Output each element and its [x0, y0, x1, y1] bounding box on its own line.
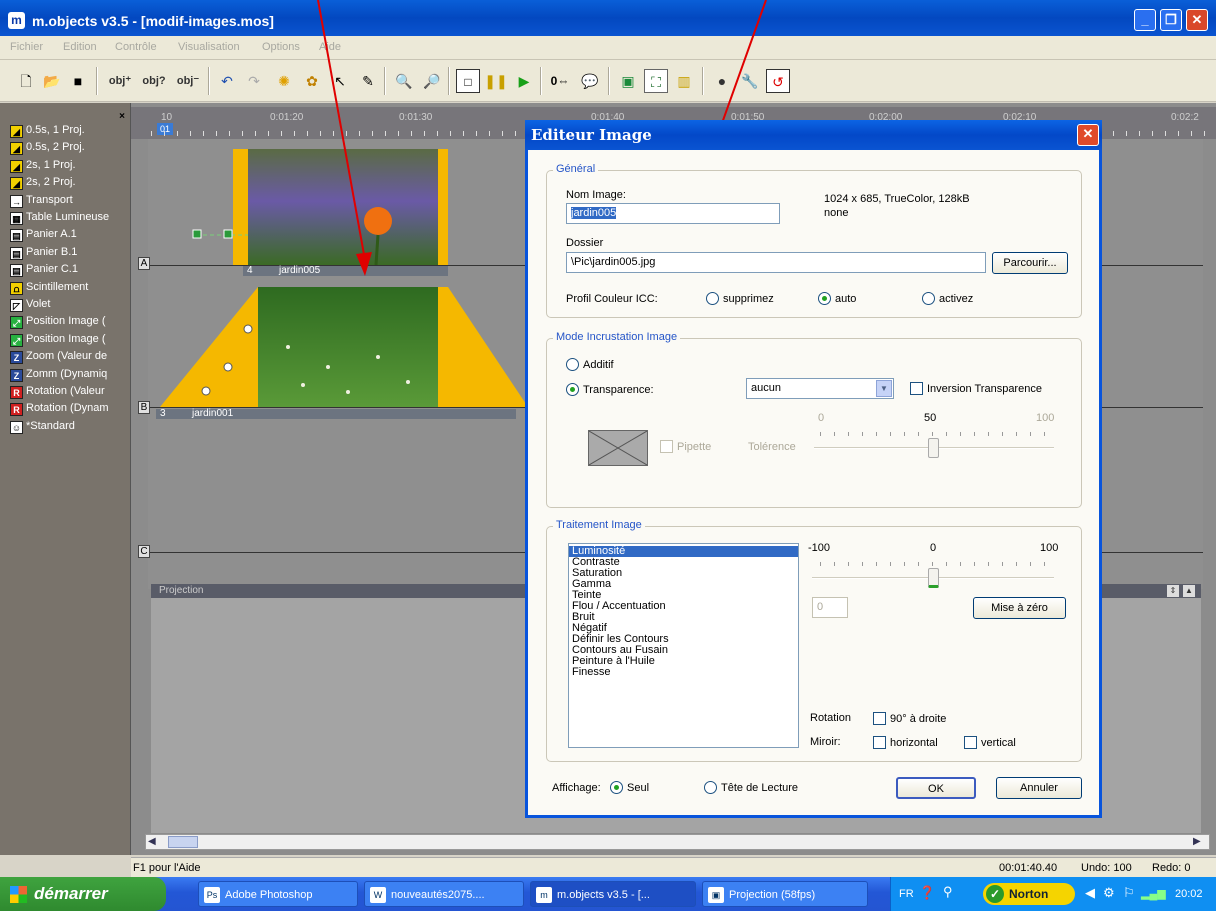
inversion-checkbox[interactable]: Inversion Transparence — [910, 382, 1042, 395]
radio-icon — [704, 781, 717, 794]
tolerance-slider-thumb[interactable] — [928, 438, 939, 458]
adjust-slider-thumb[interactable] — [928, 568, 939, 588]
mirror-label: Miroir: — [810, 736, 841, 748]
ok-button[interactable]: OK — [896, 777, 976, 799]
folder-label: Dossier — [566, 237, 604, 249]
display-playhead-radio[interactable]: Tête de Lecture — [704, 781, 798, 794]
additive-label: Additif — [583, 359, 614, 371]
transparency-radio[interactable]: Transparence: — [566, 383, 654, 396]
group-traitement-title: Traitement Image — [553, 519, 645, 531]
tolerance-scale-mid: 50 — [924, 412, 937, 424]
pipette-checkbox[interactable]: Pipette — [660, 440, 711, 453]
transparency-label: Transparence: — [583, 384, 654, 396]
inversion-label: Inversion Transparence — [927, 383, 1042, 395]
adjust-scale-min: -100 — [808, 542, 831, 554]
icc-option-supprimez[interactable]: supprimez — [706, 292, 774, 305]
tolerance-scale-min: 0 — [818, 412, 825, 424]
display-label: Affichage: — [552, 782, 601, 794]
radio-icon — [566, 383, 579, 396]
name-label: Nom Image: — [566, 189, 626, 201]
reset-button[interactable]: Mise à zéro — [973, 597, 1066, 619]
pipette-swatch[interactable] — [588, 430, 648, 466]
mirror-vertical-checkbox[interactable]: vertical — [964, 736, 1016, 749]
app-window: m m.objects v3.5 - [modif-images.mos] _ … — [0, 0, 1216, 911]
radio-icon — [610, 781, 623, 794]
processing-list-item[interactable]: Flou / Accentuation — [569, 601, 798, 612]
icc-option-activez[interactable]: activez — [922, 292, 973, 305]
image-info: 1024 x 685, TrueColor, 128kB — [824, 193, 970, 205]
icc-label: Profil Couleur ICC: — [566, 293, 658, 305]
group-general-title: Général — [553, 163, 599, 175]
rotate-90-label: 90° à droite — [890, 713, 947, 725]
display-seul-radio[interactable]: Seul — [610, 781, 649, 794]
radio-icon — [566, 358, 579, 371]
radio-icon — [922, 292, 935, 305]
icc-option-auto[interactable]: auto — [818, 292, 856, 305]
adjust-value-input[interactable]: 0 — [812, 597, 848, 618]
image-name-value: jardin005 — [571, 207, 617, 219]
group-incrustation: Mode Incrustation Image — [546, 331, 1082, 508]
tolerance-label: Tolérence — [748, 441, 796, 453]
mirror-horizontal-checkbox[interactable]: horizontal — [873, 736, 938, 749]
icc-option-label: supprimez — [723, 293, 774, 305]
cancel-button[interactable]: Annuler — [996, 777, 1082, 799]
checkbox-icon — [873, 736, 886, 749]
image-editor-dialog: Editeur Image ✕ Général Nom Image: jardi… — [525, 120, 1102, 818]
processing-list-item[interactable]: Finesse — [569, 667, 798, 678]
mirror-horizontal-label: horizontal — [890, 737, 938, 749]
folder-input[interactable]: \Pic\jardin005.jpg — [566, 252, 986, 273]
processing-list[interactable]: Luminosité Contraste Saturation Gamma Teinte… — [568, 543, 799, 748]
icc-option-label: auto — [835, 293, 857, 305]
chevron-down-icon[interactable]: ▼ — [876, 380, 892, 397]
image-profile-info: none — [824, 207, 849, 219]
mirror-vertical-label: vertical — [981, 737, 1016, 749]
cross-icon — [588, 430, 648, 466]
dialog-close-icon[interactable]: ✕ — [1077, 124, 1099, 146]
checkbox-icon — [660, 440, 673, 453]
radio-icon — [706, 292, 719, 305]
tolerance-ticks — [820, 432, 1052, 436]
checkbox-icon — [964, 736, 977, 749]
processing-list-item[interactable]: Gamma — [569, 579, 798, 590]
rotation-label: Rotation — [810, 712, 851, 724]
adjust-scale-mid: 0 — [930, 542, 937, 554]
dialog-title: Editeur Image — [531, 126, 652, 144]
additive-radio[interactable]: Additif — [566, 358, 614, 371]
transparency-value: aucun — [751, 382, 781, 394]
display-option-label: Seul — [627, 782, 650, 794]
display-option-label: Tête de Lecture — [721, 782, 799, 794]
checkbox-icon — [910, 382, 923, 395]
group-incrustation-title: Mode Incrustation Image — [553, 331, 681, 343]
image-name-input[interactable]: jardin005 — [566, 203, 780, 224]
rotate-90-checkbox[interactable]: 90° à droite — [873, 712, 946, 725]
tolerance-scale-max: 100 — [1036, 412, 1055, 424]
adjust-scale-max: 100 — [1040, 542, 1059, 554]
dialog-title-bar[interactable]: Editeur Image ✕ — [525, 120, 1102, 150]
radio-icon — [818, 292, 831, 305]
checkbox-icon — [873, 712, 886, 725]
icc-option-label: activez — [939, 293, 974, 305]
pipette-label: Pipette — [677, 441, 712, 453]
transparency-select[interactable]: aucun ▼ — [746, 378, 894, 399]
browse-button[interactable]: Parcourir... — [992, 252, 1068, 274]
adjust-ticks — [820, 562, 1052, 566]
